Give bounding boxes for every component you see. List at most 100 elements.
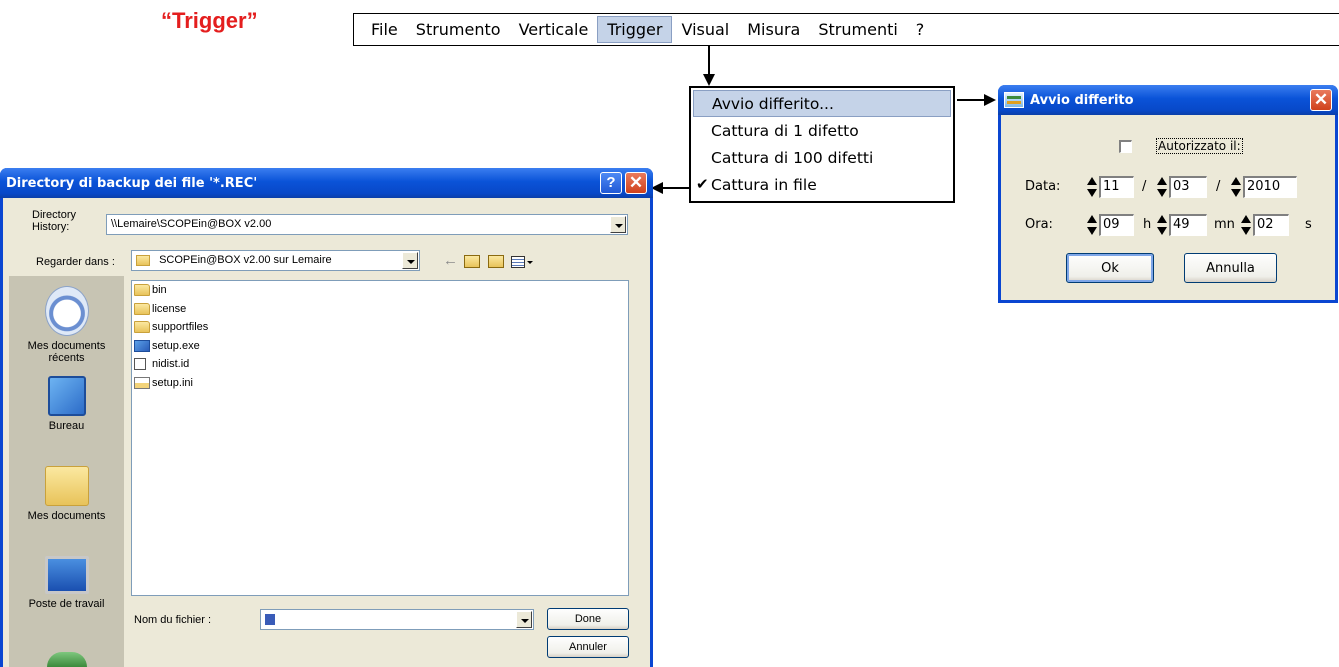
app-icon <box>1004 92 1024 108</box>
history-value: \\Lemaire\SCOPEin@BOX v2.00 <box>111 218 272 230</box>
help-icon[interactable]: ? <box>600 172 622 194</box>
back-icon[interactable]: ← <box>443 252 458 269</box>
minute-unit: mn <box>1214 217 1235 232</box>
minute-spinner-icon[interactable] <box>1156 214 1168 236</box>
folder-icon <box>134 284 150 297</box>
place-my-computer[interactable]: Poste de travail <box>9 556 124 610</box>
backup-directory-dialog: Directory di backup dei file '*.REC' ? ✕… <box>0 168 653 667</box>
menu-item-cattura-100[interactable]: Cattura di 100 difetti <box>691 144 953 171</box>
up-folder-icon[interactable] <box>464 255 480 268</box>
list-item[interactable]: supportfiles <box>132 318 628 337</box>
second-spinner-icon[interactable] <box>1240 214 1252 236</box>
history-combo[interactable]: \\Lemaire\SCOPEin@BOX v2.00 <box>106 214 628 235</box>
chevron-down-icon[interactable] <box>527 261 533 264</box>
filename-combo[interactable] <box>260 609 534 630</box>
menu-item-cattura-file[interactable]: ✔ Cattura in file <box>691 171 953 198</box>
close-icon[interactable]: ✕ <box>1310 89 1332 111</box>
my-computer-icon <box>44 556 89 594</box>
list-item[interactable]: setup.exe <box>132 337 628 356</box>
place-label: Bureau <box>48 420 85 432</box>
view-menu-icon[interactable] <box>511 256 525 268</box>
dialog-titlebar[interactable]: Avvio differito <box>998 85 1338 115</box>
menu-item-label: Avvio differito... <box>712 94 834 113</box>
hour-field[interactable]: 09 <box>1099 214 1134 236</box>
menu-help[interactable]: ? <box>907 14 934 45</box>
menu-file[interactable]: File <box>362 14 407 45</box>
menu-item-avvio-differito[interactable]: Avvio differito... <box>693 90 951 117</box>
place-label: Mes documents <box>27 510 106 522</box>
menu-misura[interactable]: Misura <box>738 14 809 45</box>
authorized-label: Autorizzato il: <box>1156 138 1243 154</box>
menu-verticale[interactable]: Verticale <box>510 14 598 45</box>
dialog-title: Avvio differito <box>1030 92 1134 108</box>
chevron-down-icon[interactable] <box>402 252 418 269</box>
file-name: supportfiles <box>152 321 209 334</box>
menu-strumento[interactable]: Strumento <box>407 14 510 45</box>
annuler-button[interactable]: Annuler <box>547 636 629 658</box>
trigger-dropdown-menu: Avvio differito... Cattura di 1 difetto … <box>689 86 955 203</box>
minute-field[interactable]: 49 <box>1169 214 1207 236</box>
close-icon[interactable]: ✕ <box>625 172 647 194</box>
place-desktop[interactable]: Bureau <box>9 376 124 432</box>
done-button[interactable]: Done <box>547 608 629 630</box>
arrow-right-icon <box>957 94 997 106</box>
menu-strumenti[interactable]: Strumenti <box>809 14 906 45</box>
place-recent[interactable]: Mes documents récents <box>9 286 124 364</box>
network-places-icon[interactable] <box>47 652 87 667</box>
time-label: Ora: <box>1025 217 1053 232</box>
ok-button[interactable]: Ok <box>1066 253 1154 283</box>
place-my-documents[interactable]: Mes documents <box>9 466 124 522</box>
lookin-value: SCOPEin@BOX v2.00 sur Lemaire <box>159 254 332 266</box>
date-separator: / <box>1142 179 1147 194</box>
list-item[interactable]: license <box>132 300 628 319</box>
cursor-icon <box>265 613 275 625</box>
annulla-button[interactable]: Annulla <box>1184 253 1277 283</box>
second-unit: s <box>1305 217 1312 232</box>
menu-bar: File Strumento Verticale Trigger Visual … <box>353 13 1339 46</box>
recent-documents-icon <box>44 286 89 336</box>
year-field[interactable]: 2010 <box>1243 176 1297 198</box>
list-item[interactable]: setup.ini <box>132 374 628 393</box>
folder-icon <box>134 302 150 315</box>
annulla-button-label: Annulla <box>1206 260 1255 276</box>
second-field[interactable]: 02 <box>1253 214 1289 236</box>
chevron-down-icon[interactable] <box>516 611 532 628</box>
new-folder-icon[interactable] <box>488 255 504 268</box>
year-spinner-icon[interactable] <box>1230 176 1242 198</box>
my-documents-icon <box>44 466 89 506</box>
hour-spinner-icon[interactable] <box>1086 214 1098 236</box>
month-field[interactable]: 03 <box>1169 176 1207 198</box>
history-label: Directory History: <box>32 209 77 233</box>
chevron-down-icon[interactable] <box>610 216 626 233</box>
file-list[interactable]: bin license supportfiles setup.exe nidis… <box>131 280 629 596</box>
menu-visual[interactable]: Visual <box>672 14 738 45</box>
arrow-down-icon <box>703 46 715 86</box>
annuler-button-label: Annuler <box>569 641 607 653</box>
ini-file-icon <box>134 376 150 389</box>
dialog-title: Directory di backup dei file '*.REC' <box>6 175 258 191</box>
desktop-icon <box>47 376 86 416</box>
file-name: bin <box>152 284 167 297</box>
month-spinner-icon[interactable] <box>1156 176 1168 198</box>
day-field[interactable]: 11 <box>1099 176 1134 198</box>
lookin-combo[interactable]: SCOPEin@BOX v2.00 sur Lemaire <box>131 250 420 271</box>
authorized-checkbox[interactable] <box>1119 140 1132 153</box>
avvio-differito-dialog: Avvio differito ✕ Autorizzato il: Data: … <box>998 85 1338 303</box>
file-name: setup.ini <box>152 376 193 389</box>
hour-unit: h <box>1143 217 1152 232</box>
id-file-icon <box>134 358 146 371</box>
dialog-titlebar[interactable]: Directory di backup dei file '*.REC' <box>0 168 653 198</box>
setup-exe-icon <box>134 339 150 352</box>
menu-item-label: Cattura di 1 difetto <box>711 121 859 140</box>
menu-item-cattura-1[interactable]: Cattura di 1 difetto <box>691 117 953 144</box>
trigger-heading: “Trigger” <box>161 8 258 33</box>
checkmark-icon: ✔ <box>696 175 709 193</box>
list-item[interactable]: bin <box>132 281 628 300</box>
file-name: license <box>152 302 187 315</box>
network-folder-icon <box>136 254 150 266</box>
filename-label: Nom du fichier : <box>134 614 212 626</box>
file-name: setup.exe <box>152 339 200 352</box>
day-spinner-icon[interactable] <box>1086 176 1098 198</box>
menu-trigger[interactable]: Trigger <box>597 16 673 43</box>
list-item[interactable]: nidist.id <box>132 355 628 374</box>
